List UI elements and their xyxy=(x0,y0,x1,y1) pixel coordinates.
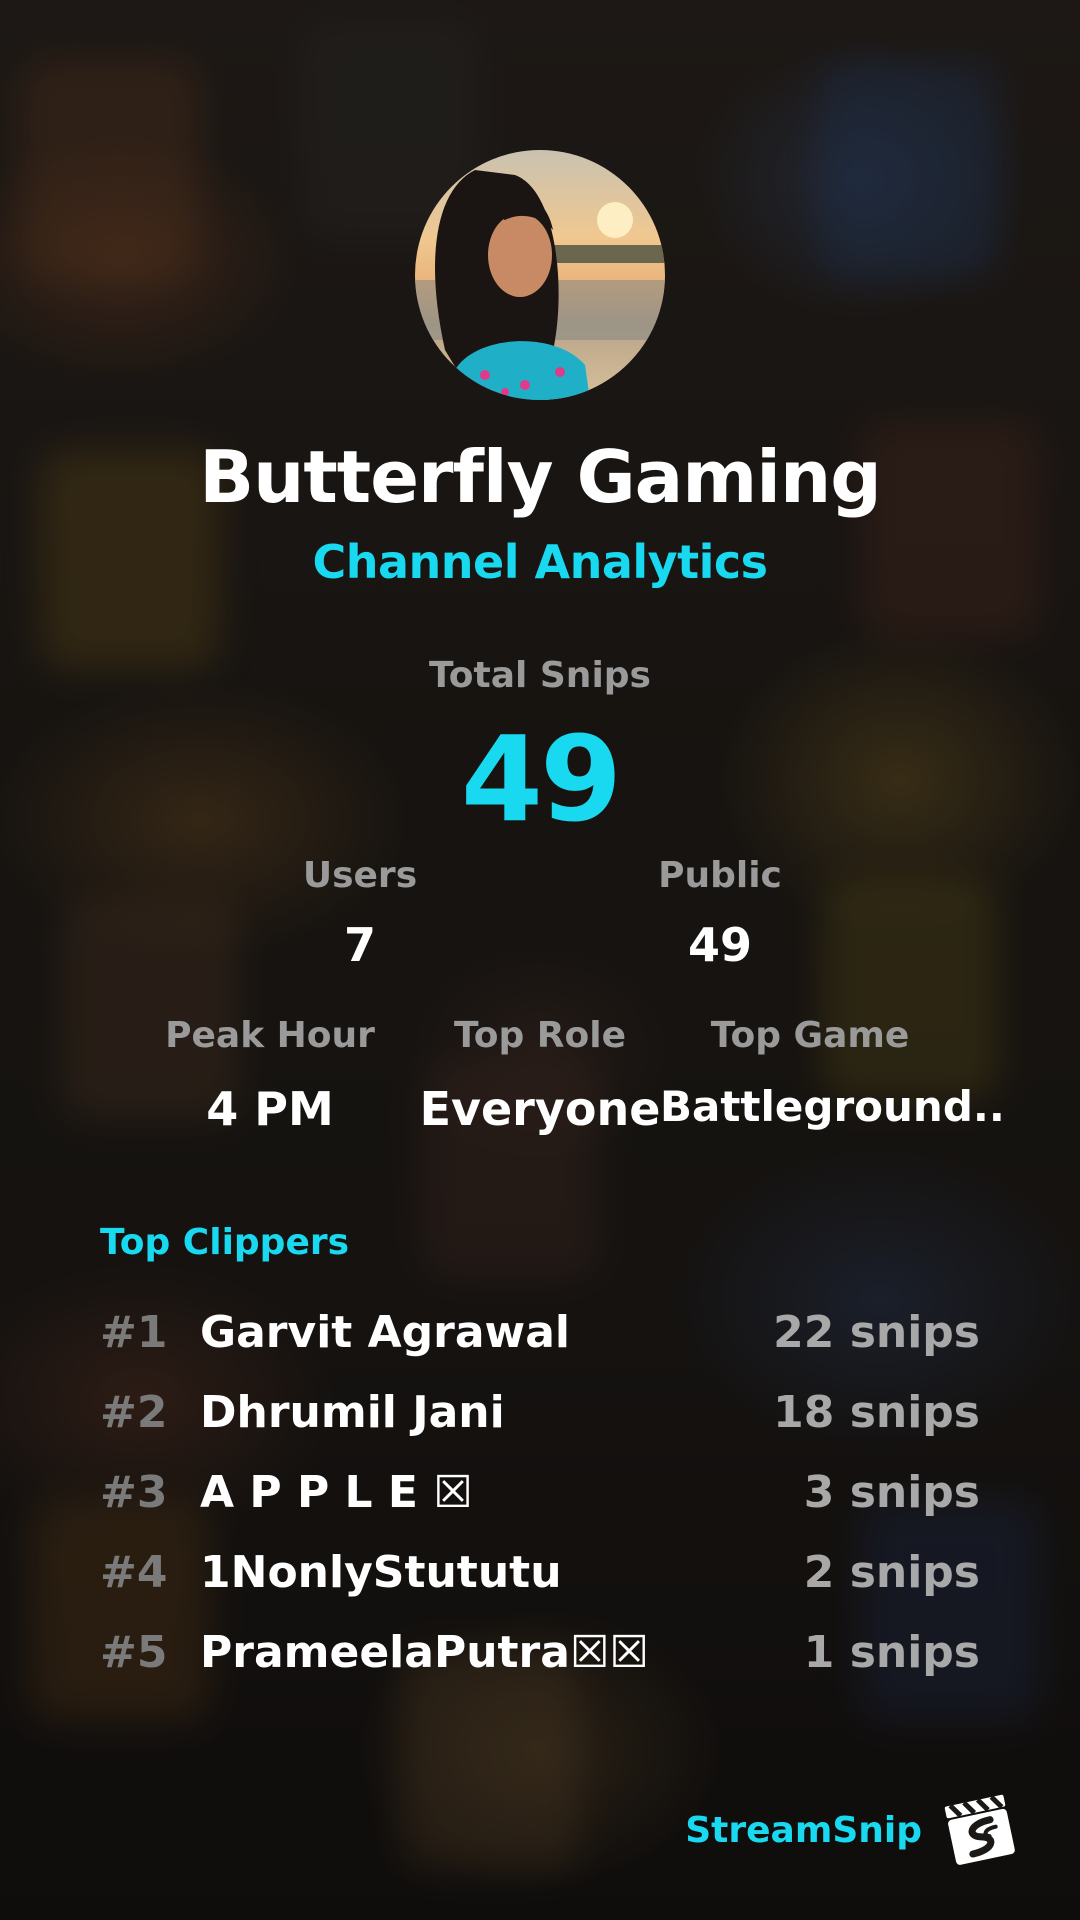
brand-name: StreamSnip xyxy=(685,1809,922,1851)
list-item: #1 Garvit Agrawal 22 snips xyxy=(100,1300,980,1380)
stat-peak-hour: Peak Hour 4 PM xyxy=(120,1015,420,1136)
avatar-photo xyxy=(415,150,665,400)
channel-avatar xyxy=(415,150,665,400)
list-item: #2 Dhrumil Jani 18 snips xyxy=(100,1380,980,1460)
brand-footer: StreamSnip xyxy=(685,1790,1020,1870)
clipper-name: PrameelaPutra☒☒ xyxy=(200,1627,649,1678)
clipper-name: 1NonlyStututu xyxy=(200,1547,562,1598)
stat-value: 49 xyxy=(687,918,752,972)
list-item: #5 PrameelaPutra☒☒ 1 snips xyxy=(100,1620,980,1700)
page-subtitle: Channel Analytics xyxy=(312,535,768,589)
stat-label: Peak Hour xyxy=(165,1015,375,1056)
clipper-rank: #1 xyxy=(100,1307,168,1358)
clipper-name: A P P L E ☒ xyxy=(200,1467,473,1518)
top-clippers-title: Top Clippers xyxy=(100,1222,350,1263)
total-snips-label: Total Snips xyxy=(429,655,651,696)
stat-value: 7 xyxy=(343,918,376,972)
clipper-snip-count: 1 snips xyxy=(803,1627,980,1678)
clipper-name: Garvit Agrawal xyxy=(200,1307,570,1358)
stat-label: Public xyxy=(658,855,782,896)
clipper-snip-count: 22 snips xyxy=(773,1307,980,1358)
stat-value: Battleground.. xyxy=(660,1082,1005,1131)
clapperboard-icon xyxy=(940,1790,1020,1870)
list-item: #4 1NonlyStututu 2 snips xyxy=(100,1540,980,1620)
total-snips-value: 49 xyxy=(460,710,622,848)
clipper-snip-count: 3 snips xyxy=(803,1467,980,1518)
stat-label: Users xyxy=(302,855,418,896)
top-clippers-list: #1 Garvit Agrawal 22 snips #2 Dhrumil Ja… xyxy=(100,1300,980,1700)
stat-label: Top Role xyxy=(453,1015,627,1056)
channel-name: Butterfly Gaming xyxy=(199,435,882,519)
clipper-rank: #5 xyxy=(100,1627,168,1678)
stat-value: Everyone xyxy=(419,1082,661,1136)
stat-label: Top Game xyxy=(710,1015,910,1056)
stat-users: Users 7 xyxy=(210,855,510,972)
clipper-snip-count: 2 snips xyxy=(803,1547,980,1598)
stat-top-game: Top Game Battleground.. xyxy=(660,1015,1005,1131)
stat-top-role: Top Role Everyone xyxy=(390,1015,690,1136)
clipper-rank: #4 xyxy=(100,1547,168,1598)
clipper-snip-count: 18 snips xyxy=(773,1387,980,1438)
list-item: #3 A P P L E ☒ 3 snips xyxy=(100,1460,980,1540)
stat-public: Public 49 xyxy=(570,855,870,972)
stat-value: 4 PM xyxy=(206,1082,334,1136)
clipper-rank: #2 xyxy=(100,1387,168,1438)
clipper-rank: #3 xyxy=(100,1467,168,1518)
clipper-name: Dhrumil Jani xyxy=(200,1387,505,1438)
